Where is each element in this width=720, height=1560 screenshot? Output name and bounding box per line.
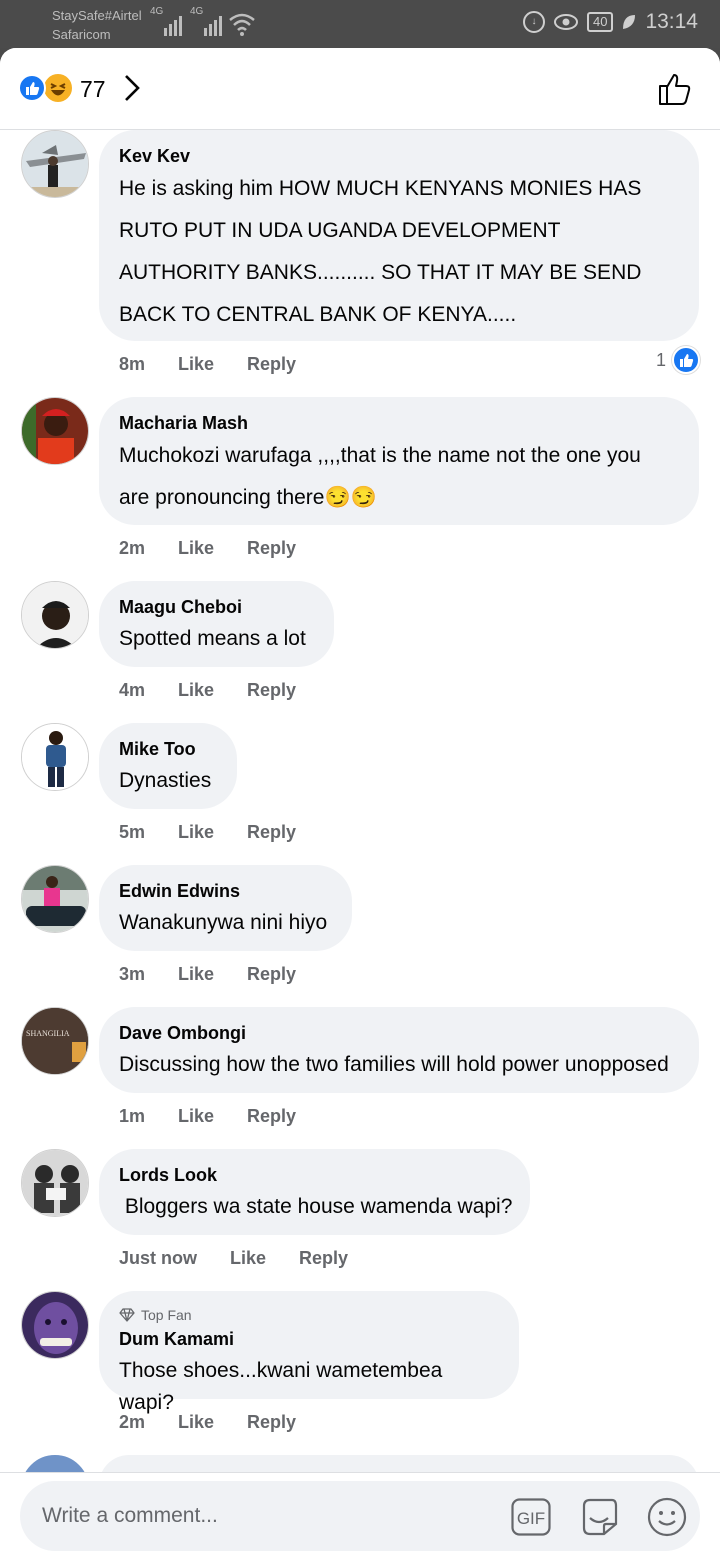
avatar[interactable]: SHANGILIA [21, 1007, 89, 1075]
reply-link[interactable]: Reply [247, 962, 296, 986]
comment-text: He is asking him HOW MUCH KENYANS MONIES… [119, 177, 642, 326]
comment-text: Discussing how the two families will hol… [119, 1053, 669, 1076]
carrier-name-1: StaySafe#Airtel [52, 8, 142, 23]
status-bar: StaySafe#Airtel Safaricom 4G 4G ↓ 40 13:… [0, 0, 720, 48]
reply-link[interactable]: Reply [299, 1246, 348, 1270]
reply-link[interactable]: Reply [247, 1104, 296, 1128]
comment-time: Just now [119, 1248, 198, 1268]
comment-author[interactable]: Dum Kamami [119, 1327, 499, 1351]
svg-text:SHANGILIA: SHANGILIA [26, 1029, 70, 1038]
comment-author[interactable]: Edwin Edwins [119, 879, 332, 903]
comment-actions: 2m Like Reply [119, 1410, 296, 1434]
comment-bubble[interactable]: Kev Kev He is asking him HOW MUCH KENYAN… [99, 130, 699, 341]
avatar[interactable] [21, 130, 89, 198]
comment-time: 8m [119, 354, 146, 374]
like-link[interactable]: Like [178, 678, 214, 702]
data-saver-icon: ↓ [522, 11, 545, 33]
like-reaction-icon[interactable] [18, 74, 46, 102]
comment-author[interactable]: Maagu Cheboi [119, 595, 314, 619]
avatar[interactable] [21, 865, 89, 933]
chevron-right-icon[interactable] [120, 72, 144, 104]
comment-bubble[interactable]: Mike Too Dynasties [99, 723, 237, 809]
comment-time: 3m [119, 964, 146, 984]
diamond-icon [119, 1308, 135, 1322]
reaction-count[interactable]: 77 [80, 74, 106, 104]
like-link[interactable]: Like [230, 1246, 266, 1270]
like-link[interactable]: Like [178, 820, 214, 844]
comment-actions: 2m Like Reply [119, 536, 296, 560]
comment-actions: 3m Like Reply [119, 962, 296, 986]
comments-sheet: 77 Kev Kev He is asking him HOW MUCH KEN… [0, 48, 720, 1560]
comment-bubble[interactable]: Macharia Mash Muchokozi warufaga ,,,,tha… [99, 397, 699, 525]
clock: 13:14 [645, 10, 698, 33]
comment-bubble[interactable]: Dave Ombongi Discussing how the two fami… [99, 1007, 699, 1093]
eye-comfort-icon [553, 14, 578, 30]
comment-bubble[interactable]: Edwin Edwins Wanakunywa nini hiyo [99, 865, 352, 951]
like-outline-icon[interactable] [656, 70, 694, 108]
comment-text: Dynasties [119, 769, 212, 792]
comment-author[interactable]: Kev Kev [119, 144, 679, 168]
comment-time: 2m [119, 1412, 146, 1432]
signal-strength-icon-1: 4G [150, 6, 182, 36]
comment-reaction-count: 1 [655, 349, 666, 370]
comment-bubble[interactable]: Top Fan Dum Kamami Those shoes...kwani w… [99, 1291, 519, 1414]
comment-actions: 8m Like Reply [119, 352, 296, 376]
comment-actions: 1m Like Reply [119, 1104, 296, 1128]
comment-actions: 4m Like Reply [119, 678, 296, 702]
leaf-icon [623, 15, 636, 29]
top-fan-badge: Top Fan [119, 1305, 499, 1325]
like-link[interactable]: Like [178, 352, 214, 376]
battery-icon: 40 [586, 12, 614, 32]
comment-bubble[interactable]: Lords Look Bloggers wa state house wamen… [99, 1149, 530, 1235]
like-reaction-icon [672, 346, 700, 374]
comment-text: Bloggers wa state house wamenda wapi? [119, 1195, 513, 1218]
comment-author[interactable]: Mike Too [119, 737, 217, 761]
avatar[interactable] [21, 723, 89, 791]
like-link[interactable]: Like [178, 536, 214, 560]
comment-time: 4m [119, 680, 146, 700]
svg-text:GIF: GIF [517, 1509, 545, 1528]
top-fan-label: Top Fan [141, 1307, 192, 1323]
comment-time: 1m [119, 1106, 146, 1126]
comment-actions: 5m Like Reply [119, 820, 296, 844]
haha-reaction-icon[interactable] [42, 72, 74, 104]
avatar[interactable] [21, 397, 89, 465]
status-icons: ↓ 40 13:14 [522, 10, 698, 34]
reply-link[interactable]: Reply [247, 678, 296, 702]
like-link[interactable]: Like [178, 1104, 214, 1128]
reply-link[interactable]: Reply [247, 536, 296, 560]
wifi-icon [229, 13, 255, 36]
comment-text: Wanakunywa nini hiyo [119, 911, 328, 934]
reply-link[interactable]: Reply [247, 352, 296, 376]
sticker-icon[interactable] [578, 1496, 620, 1538]
carrier-name-2: Safaricom [52, 27, 111, 42]
comment-reactions[interactable]: 1 [656, 346, 700, 374]
gif-button[interactable]: GIF [511, 1498, 551, 1536]
comment-text: Muchokozi warufaga ,,,,that is the name … [119, 444, 641, 509]
comment-author[interactable]: Macharia Mash [119, 411, 679, 435]
comment-text: Spotted means a lot [119, 627, 306, 650]
comment-actions: Just now Like Reply [119, 1246, 348, 1270]
like-link[interactable]: Like [178, 1410, 214, 1434]
signal-strength-icon-2: 4G [190, 6, 222, 36]
avatar[interactable] [21, 581, 89, 649]
avatar[interactable] [21, 1149, 89, 1217]
comment-author[interactable]: Dave Ombongi [119, 1021, 679, 1045]
emoji-icon[interactable] [646, 1496, 688, 1538]
reply-link[interactable]: Reply [247, 1410, 296, 1434]
comment-composer: GIF [0, 1472, 720, 1560]
reply-link[interactable]: Reply [247, 820, 296, 844]
like-link[interactable]: Like [178, 962, 214, 986]
reactions-header: 77 [0, 48, 720, 130]
avatar[interactable] [21, 1291, 89, 1359]
comment-time: 5m [119, 822, 146, 842]
carrier-labels: StaySafe#Airtel Safaricom [52, 6, 142, 44]
comment-author[interactable]: Lords Look [119, 1163, 510, 1187]
comment-time: 2m [119, 538, 146, 558]
comment-bubble[interactable]: Maagu Cheboi Spotted means a lot [99, 581, 334, 667]
